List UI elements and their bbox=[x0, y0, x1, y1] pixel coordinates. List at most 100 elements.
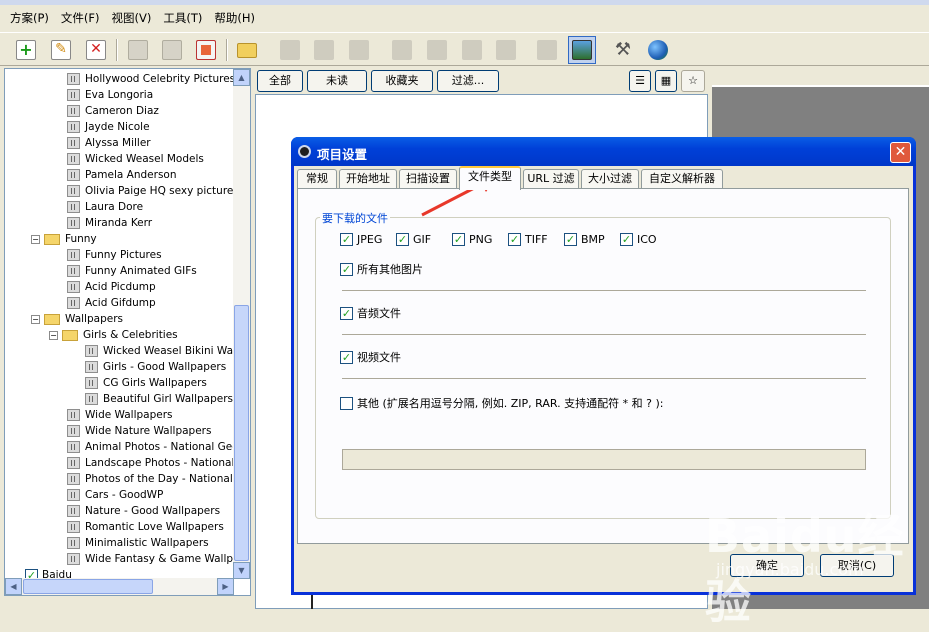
tree-item[interactable]: Alyssa Miller bbox=[67, 135, 151, 151]
tree-item[interactable]: Wicked Weasel Models bbox=[67, 151, 204, 167]
tree-folder[interactable]: − Wallpapers bbox=[31, 311, 123, 327]
tree-item[interactable]: Cameron Diaz bbox=[67, 103, 159, 119]
favorite-button[interactable]: ☆ bbox=[681, 70, 705, 92]
tree-item[interactable]: Olivia Paige HQ sexy pictures bbox=[67, 183, 234, 199]
tree-label: Beautiful Girl Wallpapers bbox=[103, 393, 234, 405]
toolbar-disabled-5[interactable] bbox=[423, 36, 451, 64]
jpeg-checkbox[interactable]: ✓ JPEG bbox=[340, 233, 382, 246]
thumbnail-view-button[interactable]: ▦ bbox=[655, 70, 677, 92]
audio-checkbox[interactable]: ✓ 音频文件 bbox=[340, 305, 401, 321]
tree-item[interactable]: Hollywood Celebrity Pictures bbox=[67, 71, 234, 87]
tree-item[interactable]: Romantic Love Wallpapers bbox=[67, 519, 224, 535]
close-icon[interactable]: ✕ bbox=[890, 142, 911, 163]
toolbar-disabled-3[interactable] bbox=[345, 36, 373, 64]
scroll-left-icon[interactable]: ◀ bbox=[5, 578, 22, 595]
tree-vertical-scrollbar[interactable]: ▲ ▼ bbox=[233, 69, 250, 579]
settings-button[interactable]: ⚒ bbox=[609, 36, 637, 64]
toolbar-disabled-1[interactable] bbox=[276, 36, 304, 64]
scroll-up-icon[interactable]: ▲ bbox=[233, 69, 250, 86]
tree-folder[interactable]: − Girls & Celebrities bbox=[49, 327, 178, 343]
project-icon bbox=[67, 297, 80, 309]
tree-item[interactable]: Wide Nature Wallpapers bbox=[67, 423, 211, 439]
tree-item[interactable]: Wide Fantasy & Game Wallpape bbox=[67, 551, 234, 567]
h-scroll-thumb[interactable] bbox=[23, 579, 153, 594]
gif-checkbox[interactable]: ✓ GIF bbox=[396, 233, 431, 246]
tree-item[interactable]: Minimalistic Wallpapers bbox=[67, 535, 209, 551]
tree-item[interactable]: Wicked Weasel Bikini Wallpa bbox=[85, 343, 234, 359]
tab-url-filter[interactable]: URL 过滤 bbox=[523, 169, 579, 189]
open-folder-button[interactable] bbox=[233, 36, 261, 64]
tree-folder[interactable]: − Funny bbox=[31, 231, 97, 247]
menu-scheme[interactable]: 方案(P) bbox=[4, 11, 55, 32]
collapse-icon[interactable]: − bbox=[31, 314, 40, 324]
list-view-button[interactable]: ☰ bbox=[629, 70, 651, 92]
dialog-titlebar[interactable]: 项目设置 ✕ bbox=[291, 137, 916, 166]
tiff-checkbox[interactable]: ✓ TIFF bbox=[508, 233, 548, 246]
ico-checkbox[interactable]: ✓ ICO bbox=[620, 233, 657, 246]
tree-item[interactable]: Acid Gifdump bbox=[67, 295, 156, 311]
web-button[interactable] bbox=[644, 36, 672, 64]
tree-item[interactable]: Laura Dore bbox=[67, 199, 143, 215]
video-checkbox[interactable]: ✓ 视频文件 bbox=[340, 349, 401, 365]
tree-label: Minimalistic Wallpapers bbox=[85, 537, 209, 549]
tree-item[interactable]: Girls - Good Wallpapers bbox=[85, 359, 226, 375]
step-button[interactable] bbox=[158, 36, 186, 64]
bmp-checkbox[interactable]: ✓ BMP bbox=[564, 233, 605, 246]
tree-item[interactable]: Pamela Anderson bbox=[67, 167, 177, 183]
filter-custom-button[interactable]: 过滤... bbox=[437, 70, 499, 92]
menu-file[interactable]: 文件(F) bbox=[55, 11, 106, 32]
tree-item[interactable]: Miranda Kerr bbox=[67, 215, 152, 231]
slideshow-button[interactable] bbox=[568, 36, 596, 64]
scroll-thumb[interactable] bbox=[234, 305, 249, 561]
tree-item[interactable]: Funny Pictures bbox=[67, 247, 162, 263]
toolbar-disabled-4[interactable] bbox=[388, 36, 416, 64]
tab-general[interactable]: 常规 bbox=[297, 169, 337, 189]
tree-item[interactable]: Cars - GoodWP bbox=[67, 487, 163, 503]
tree-item[interactable]: CG Girls Wallpapers bbox=[85, 375, 207, 391]
tree-item[interactable]: Funny Animated GIFs bbox=[67, 263, 197, 279]
tree-item[interactable]: Wide Wallpapers bbox=[67, 407, 173, 423]
tree-item[interactable]: Nature - Good Wallpapers bbox=[67, 503, 220, 519]
tree-label: Cameron Diaz bbox=[85, 105, 159, 117]
tab-custom-parser[interactable]: 自定义解析器 bbox=[641, 169, 723, 189]
menu-view[interactable]: 视图(V) bbox=[106, 11, 158, 32]
tree-item[interactable]: Landscape Photos - National Ge bbox=[67, 455, 234, 471]
window-icon bbox=[537, 40, 557, 60]
toolbar-disabled-6[interactable] bbox=[458, 36, 486, 64]
tree-horizontal-scrollbar[interactable]: ◀ ▶ bbox=[5, 578, 234, 595]
gif-label: GIF bbox=[413, 233, 432, 246]
toolbar-disabled-2[interactable] bbox=[310, 36, 338, 64]
tree-item[interactable]: Acid Picdump bbox=[67, 279, 156, 295]
tab-start-address[interactable]: 开始地址 bbox=[339, 169, 397, 189]
menu-help[interactable]: 帮助(H) bbox=[208, 11, 261, 32]
png-checkbox[interactable]: ✓ PNG bbox=[452, 233, 492, 246]
toolbar-disabled-7[interactable] bbox=[492, 36, 520, 64]
tree-item[interactable]: Beautiful Girl Wallpapers bbox=[85, 391, 233, 407]
tree-item[interactable]: Animal Photos - National Geogr bbox=[67, 439, 234, 455]
toolbar: + ✎ ✕ ⚒ bbox=[0, 32, 929, 66]
start-button[interactable] bbox=[124, 36, 152, 64]
scroll-right-icon[interactable]: ▶ bbox=[217, 578, 234, 595]
other-checkbox[interactable]: 其他 (扩展名用逗号分隔, 例如. ZIP, RAR. 支持通配符 * 和 ? … bbox=[340, 395, 663, 411]
tree-item[interactable]: Jayde Nicole bbox=[67, 119, 150, 135]
collapse-icon[interactable]: − bbox=[31, 234, 40, 244]
filter-all-button[interactable]: 全部 bbox=[257, 70, 303, 92]
stop-button[interactable] bbox=[192, 36, 220, 64]
tab-size-filter[interactable]: 大小过滤 bbox=[581, 169, 639, 189]
project-icon bbox=[67, 249, 80, 261]
scroll-down-icon[interactable]: ▼ bbox=[233, 562, 250, 579]
project-icon bbox=[67, 105, 80, 117]
all-images-checkbox[interactable]: ✓ 所有其他图片 bbox=[340, 261, 423, 277]
delete-button[interactable]: ✕ bbox=[82, 36, 110, 64]
collapse-icon[interactable]: − bbox=[49, 330, 58, 340]
tree-item[interactable]: Eva Longoria bbox=[67, 87, 153, 103]
new-project-button[interactable]: + bbox=[12, 36, 40, 64]
other-extensions-input[interactable] bbox=[342, 449, 866, 470]
toolbar-disabled-8[interactable] bbox=[533, 36, 561, 64]
edit-button[interactable]: ✎ bbox=[47, 36, 75, 64]
filter-unread-button[interactable]: 未读 bbox=[307, 70, 367, 92]
tab-file-types[interactable]: 文件类型 bbox=[459, 166, 521, 190]
menu-tools[interactable]: 工具(T) bbox=[157, 11, 208, 32]
tree-item[interactable]: Photos of the Day - National Ge bbox=[67, 471, 234, 487]
filter-favorites-button[interactable]: 收藏夹 bbox=[371, 70, 433, 92]
